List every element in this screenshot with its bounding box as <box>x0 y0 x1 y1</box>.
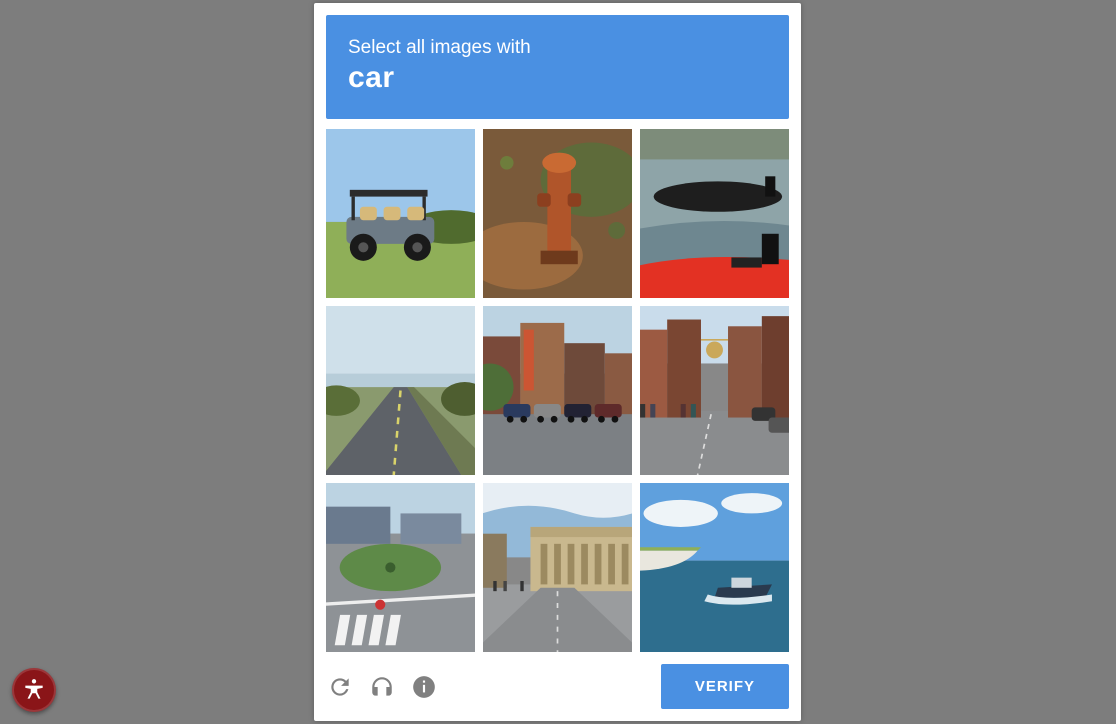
footer-icon-group <box>326 673 438 701</box>
captcha-card: Select all images with car <box>314 3 801 721</box>
instruction-target: car <box>348 61 767 95</box>
grid-tile-4[interactable] <box>483 306 632 475</box>
tile-image <box>326 483 475 652</box>
grid-tile-3[interactable] <box>326 306 475 475</box>
grid-tile-2[interactable] <box>640 129 789 298</box>
grid-tile-7[interactable] <box>483 483 632 652</box>
headphones-icon <box>369 674 395 700</box>
instruction-prefix: Select all images with <box>348 37 767 59</box>
tile-image <box>640 306 789 475</box>
captcha-footer: VERIFY <box>326 652 789 709</box>
grid-tile-0[interactable] <box>326 129 475 298</box>
grid-tile-6[interactable] <box>326 483 475 652</box>
verify-button[interactable]: VERIFY <box>661 664 789 709</box>
info-icon <box>411 674 437 700</box>
image-grid <box>326 129 789 652</box>
tile-image <box>483 483 632 652</box>
accessibility-icon <box>21 677 47 703</box>
tile-image <box>326 306 475 475</box>
info-button[interactable] <box>410 673 438 701</box>
grid-tile-1[interactable] <box>483 129 632 298</box>
grid-tile-8[interactable] <box>640 483 789 652</box>
accessibility-button[interactable] <box>12 668 56 712</box>
tile-image <box>640 483 789 652</box>
reload-button[interactable] <box>326 673 354 701</box>
tile-image <box>326 129 475 298</box>
tile-image <box>640 129 789 298</box>
tile-image <box>483 306 632 475</box>
captcha-header: Select all images with car <box>326 15 789 119</box>
audio-button[interactable] <box>368 673 396 701</box>
reload-icon <box>327 674 353 700</box>
tile-image <box>483 129 632 298</box>
grid-tile-5[interactable] <box>640 306 789 475</box>
